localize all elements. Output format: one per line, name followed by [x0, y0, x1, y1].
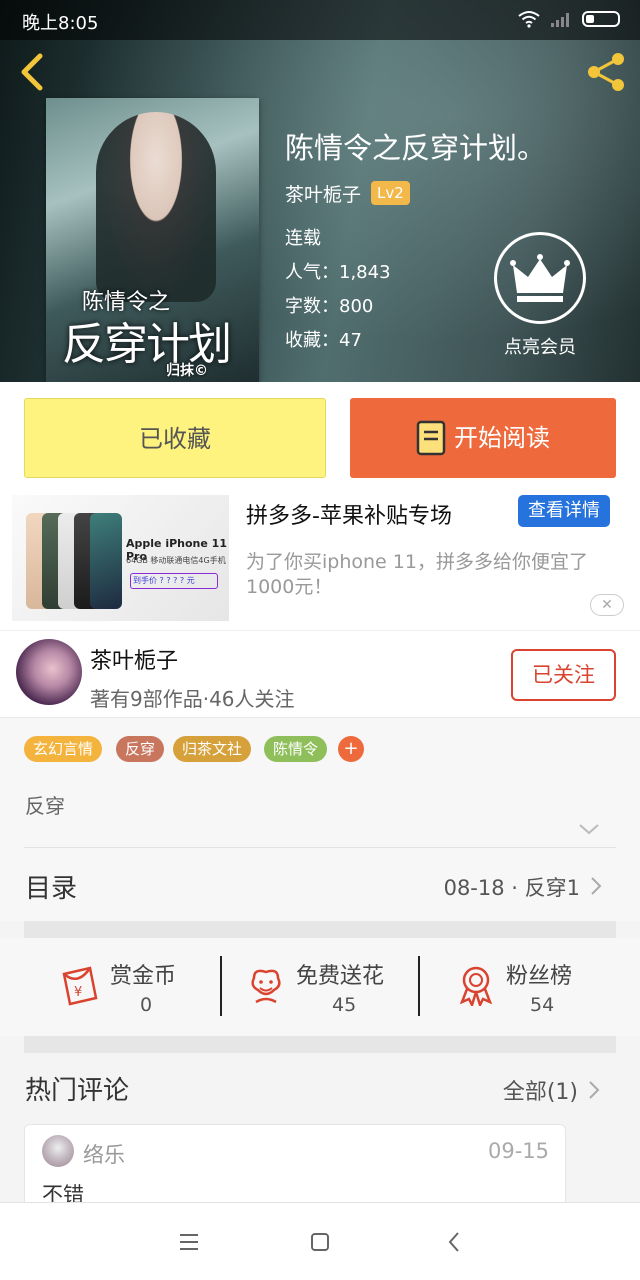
- tag-0[interactable]: 玄幻言情: [24, 736, 103, 762]
- book-word-count: 字数：800: [285, 296, 374, 317]
- home-icon[interactable]: [307, 1229, 333, 1255]
- section-divider: [24, 921, 616, 938]
- chevron-right-icon: [589, 1081, 600, 1099]
- comment-date: 09-15: [487, 1139, 549, 1163]
- collected-button[interactable]: 已收藏: [24, 398, 326, 478]
- send-flowers-value: 45: [332, 994, 357, 1016]
- system-nav-bar: [0, 1202, 640, 1280]
- fan-ranking-button[interactable]: 粉丝榜 54: [456, 954, 596, 1024]
- tag-2[interactable]: 归茶文社: [173, 736, 252, 762]
- ad-close-icon[interactable]: ✕: [590, 594, 624, 616]
- status-bar: 晚上8:05: [0, 0, 640, 40]
- vip-button[interactable]: [494, 232, 586, 324]
- hot-comments-title: 热门评论: [25, 1076, 130, 1106]
- book-info-section: 玄幻言情 反穿 归茶文社 陈情令 + 反穿 目录 08-18 · 反穿1: [0, 718, 640, 921]
- back-icon[interactable]: [442, 1229, 468, 1255]
- table-of-contents-row[interactable]: 目录 08-18 · 反穿1: [0, 848, 640, 921]
- ad-detail-button[interactable]: 查看详情: [518, 495, 610, 527]
- cover-author: 归抹©: [166, 363, 208, 379]
- avatar[interactable]: [42, 1135, 74, 1167]
- book-author[interactable]: 茶叶栀子: [285, 180, 361, 207]
- reward-coins-value: 0: [140, 994, 153, 1016]
- cover-illustration: [96, 112, 216, 302]
- ad-image-price: 到手价 ? ? ? ? 元: [130, 573, 218, 589]
- start-reading-button[interactable]: 开始阅读: [350, 398, 616, 478]
- toc-label: 目录: [25, 874, 78, 904]
- book-icon: [416, 420, 446, 456]
- battery-icon: [582, 11, 620, 27]
- reward-coins-label: 赏金币: [110, 964, 177, 989]
- chevron-right-icon: [591, 877, 602, 895]
- add-tag-button[interactable]: +: [338, 736, 364, 762]
- red-envelope-icon: ¥: [62, 966, 98, 1006]
- reward-coins-button[interactable]: ¥ 赏金币 0: [60, 954, 210, 1024]
- crown-icon: [510, 254, 570, 302]
- avatar[interactable]: [16, 639, 82, 705]
- book-popularity: 人气：1,843: [285, 262, 391, 283]
- action-bar: 已收藏 开始阅读: [0, 382, 640, 490]
- fan-ranking-label: 粉丝榜: [506, 964, 573, 989]
- ad-image-subtitle: 64GB 移动联通电信4G手机: [126, 556, 226, 565]
- synopsis: 反穿: [25, 794, 65, 818]
- book-header: 晚上8:05 陈情令之 反穿计划 归抹© 陈情令之反穿计划。 茶叶栀子 Lv2: [0, 0, 640, 382]
- toc-latest-chapter: 08-18 · 反穿1: [443, 876, 580, 900]
- comment-user: 络乐: [83, 1143, 125, 1167]
- chevron-down-icon[interactable]: [578, 822, 600, 836]
- level-badge: Lv2: [371, 181, 410, 205]
- ad-banner[interactable]: Apple iPhone 11 Pro 64GB 移动联通电信4G手机 到手价 …: [0, 490, 640, 630]
- gift-row: ¥ 赏金币 0 免费送花 45 粉丝榜 54: [0, 938, 640, 1036]
- send-flowers-button[interactable]: 免费送花 45: [246, 954, 406, 1024]
- wifi-icon: [518, 11, 540, 28]
- author-card[interactable]: 茶叶栀子 著有9部作品·46人关注 已关注: [0, 630, 640, 718]
- ribbon-medal-icon: [459, 966, 493, 1006]
- ad-image: Apple iPhone 11 Pro 64GB 移动联通电信4G手机 到手价 …: [12, 495, 229, 621]
- flower-icon: [251, 969, 281, 1004]
- author-name: 茶叶栀子: [90, 649, 179, 674]
- start-reading-label: 开始阅读: [454, 424, 550, 452]
- back-button[interactable]: [14, 50, 54, 94]
- ad-description: 为了你买iphone 11，拼多多给你便宜了1000元！: [246, 551, 588, 598]
- all-comments-link[interactable]: 全部(1): [503, 1074, 578, 1106]
- fan-ranking-value: 54: [530, 994, 555, 1016]
- author-stats: 著有9部作品·46人关注: [90, 687, 295, 711]
- ad-title: 拼多多-苹果补贴专场: [246, 504, 452, 529]
- book-cover[interactable]: 陈情令之 反穿计划 归抹©: [46, 98, 259, 382]
- status-time: 晚上8:05: [22, 13, 99, 34]
- share-icon[interactable]: [584, 50, 628, 94]
- follow-button[interactable]: 已关注: [511, 649, 616, 701]
- tag-1[interactable]: 反穿: [116, 736, 165, 762]
- vip-label: 点亮会员: [504, 337, 576, 358]
- book-title: 陈情令之反穿计划。: [285, 131, 547, 165]
- menu-icon[interactable]: [176, 1229, 202, 1255]
- book-collections: 收藏：47: [285, 330, 362, 351]
- book-status: 连载: [285, 228, 321, 249]
- section-divider: [24, 1036, 616, 1053]
- tag-3[interactable]: 陈情令: [264, 736, 328, 762]
- send-flowers-label: 免费送花: [296, 964, 385, 989]
- signal-icon: [551, 13, 569, 27]
- svg-text:¥: ¥: [74, 985, 82, 1000]
- comment-card[interactable]: 络乐 09-15 不错: [24, 1124, 566, 1214]
